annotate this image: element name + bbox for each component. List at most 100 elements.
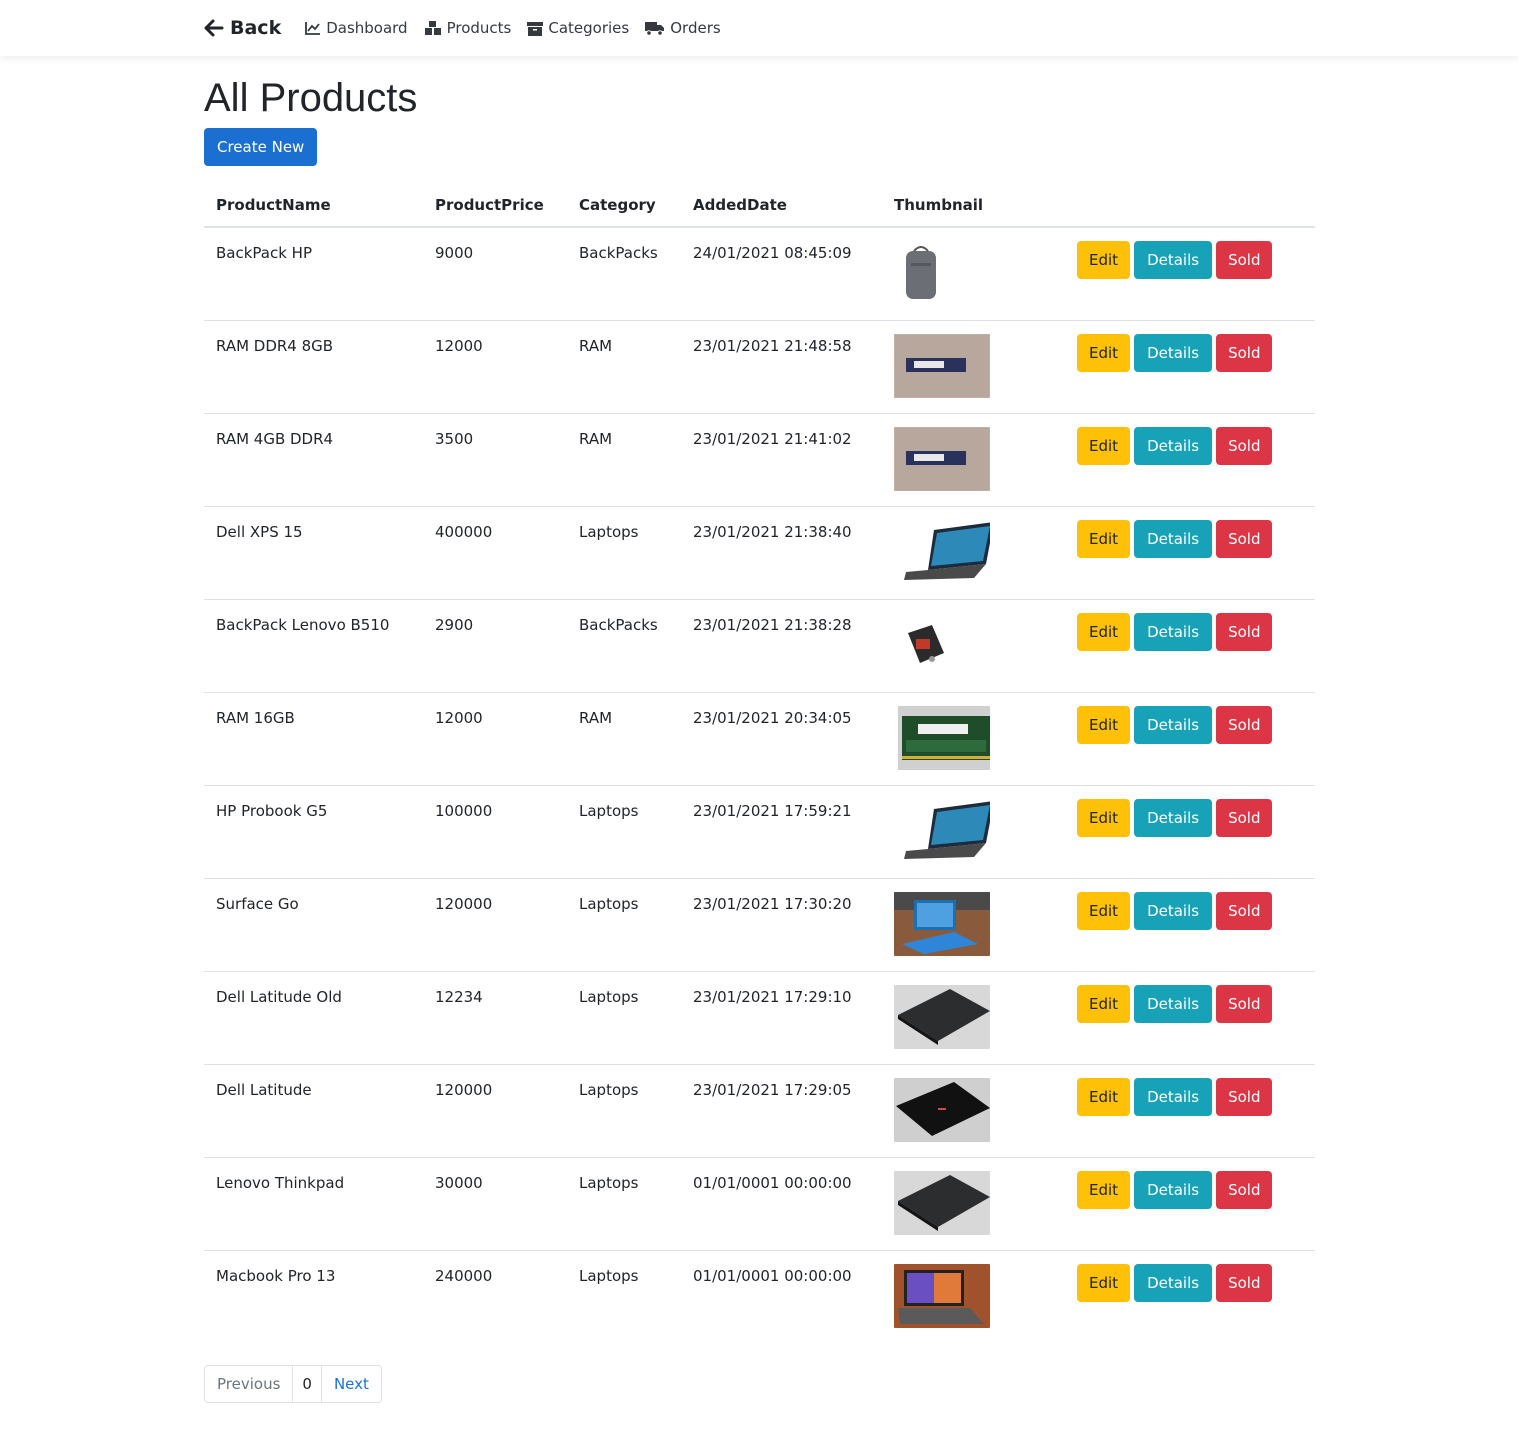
- product-name: RAM DDR4 8GB: [204, 320, 423, 414]
- row-actions: Edit Details Sold: [1057, 227, 1315, 321]
- details-button[interactable]: Details: [1134, 334, 1213, 372]
- current-page-number: 0: [293, 1365, 322, 1403]
- product-thumbnail-cell: [882, 1251, 1057, 1344]
- row-actions: Edit Details Sold: [1057, 320, 1315, 414]
- header-product-price: ProductPrice: [423, 188, 567, 228]
- table-row: RAM 16GB 12000 RAM 23/01/2021 20:34:05 Edit D…: [204, 692, 1315, 786]
- edit-button[interactable]: Edit: [1077, 799, 1131, 837]
- nav-link-products[interactable]: Products: [424, 19, 511, 37]
- product-thumbnail-image: [894, 892, 990, 956]
- nav-link-label: Orders: [670, 19, 721, 37]
- details-button[interactable]: Details: [1134, 1264, 1213, 1302]
- product-thumbnail-cell: [882, 413, 1057, 507]
- product-thumbnail-image: [894, 1171, 990, 1235]
- product-thumbnail-image: [894, 985, 990, 1049]
- sold-button[interactable]: Sold: [1216, 1078, 1273, 1116]
- edit-button[interactable]: Edit: [1077, 613, 1131, 651]
- edit-button[interactable]: Edit: [1077, 1264, 1131, 1302]
- header-added-date: AddedDate: [681, 188, 882, 228]
- product-price: 400000: [423, 506, 567, 600]
- table-row: Dell Latitude 120000 Laptops 23/01/2021 17:…: [204, 1064, 1315, 1158]
- details-button[interactable]: Details: [1134, 241, 1213, 279]
- nav-link-categories[interactable]: Categories: [527, 19, 629, 37]
- product-thumbnail-cell: [882, 506, 1057, 600]
- sold-button[interactable]: Sold: [1216, 1171, 1273, 1209]
- edit-button[interactable]: Edit: [1077, 427, 1131, 465]
- product-added-date: 01/01/0001 00:00:00: [693, 1267, 852, 1285]
- product-thumbnail-cell: [882, 692, 1057, 786]
- sold-button[interactable]: Sold: [1216, 241, 1273, 279]
- nav-link-dashboard[interactable]: Dashboard: [305, 19, 408, 37]
- product-added-date: 23/01/2021 17:59:21: [681, 785, 882, 879]
- product-price: 12000: [423, 320, 567, 414]
- sold-button[interactable]: Sold: [1216, 985, 1273, 1023]
- product-thumbnail-cell: [882, 1064, 1057, 1158]
- product-category: RAM: [567, 320, 681, 414]
- product-price: 120000: [423, 878, 567, 972]
- product-name: Surface Go: [204, 878, 423, 972]
- product-thumbnail-cell: [882, 227, 1057, 321]
- row-actions: Edit Details Sold: [1057, 785, 1315, 879]
- product-price: 100000: [423, 785, 567, 879]
- product-name: Macbook Pro 13: [216, 1267, 336, 1285]
- edit-button[interactable]: Edit: [1077, 520, 1131, 558]
- product-added-date: 23/01/2021 17:29:05: [681, 1064, 882, 1158]
- next-page-button[interactable]: Next: [321, 1365, 382, 1403]
- details-button[interactable]: Details: [1134, 427, 1213, 465]
- sold-button[interactable]: Sold: [1216, 706, 1273, 744]
- product-category: BackPacks: [567, 599, 681, 693]
- product-thumbnail-image: [894, 334, 990, 398]
- previous-page-button[interactable]: Previous: [204, 1365, 294, 1403]
- sold-button[interactable]: Sold: [1216, 799, 1273, 837]
- sold-button[interactable]: Sold: [1216, 520, 1273, 558]
- back-label: Back: [230, 17, 282, 39]
- details-button[interactable]: Details: [1134, 799, 1213, 837]
- table-row: BackPack HP 9000 BackPacks 24/01/2021 08:45…: [204, 227, 1315, 321]
- details-button[interactable]: Details: [1134, 613, 1213, 651]
- main-content: All Products Create New ProductName Prod…: [204, 76, 1315, 1403]
- details-button[interactable]: Details: [1134, 1171, 1213, 1209]
- product-added-date: 23/01/2021 21:38:40: [681, 506, 882, 600]
- edit-button[interactable]: Edit: [1077, 1078, 1131, 1116]
- product-price: 3500: [423, 413, 567, 507]
- sold-button[interactable]: Sold: [1216, 427, 1273, 465]
- back-link[interactable]: Back: [204, 17, 281, 39]
- table-row: RAM 4GB DDR4 3500 RAM 23/01/2021 21:41:02 Ed…: [204, 413, 1315, 507]
- row-actions: Edit Details Sold: [1057, 1251, 1315, 1344]
- product-name: Dell Latitude: [204, 1064, 423, 1158]
- edit-button[interactable]: Edit: [1077, 892, 1131, 930]
- edit-button[interactable]: Edit: [1077, 985, 1131, 1023]
- edit-button[interactable]: Edit: [1077, 1171, 1131, 1209]
- product-thumbnail-image: [894, 241, 990, 305]
- product-category: Laptops: [567, 1157, 681, 1251]
- details-button[interactable]: Details: [1134, 892, 1213, 930]
- sold-button[interactable]: Sold: [1216, 1264, 1273, 1302]
- details-button[interactable]: Details: [1134, 706, 1213, 744]
- sold-button[interactable]: Sold: [1216, 892, 1273, 930]
- table-row: Macbook Pro 13 240000 Laptops 01/01/0001 00…: [204, 1251, 1315, 1344]
- edit-button[interactable]: Edit: [1077, 241, 1131, 279]
- chart-line-icon: [305, 22, 321, 35]
- sold-button[interactable]: Sold: [1216, 334, 1273, 372]
- edit-button[interactable]: Edit: [1077, 334, 1131, 372]
- product-name: RAM 16GB: [204, 692, 423, 786]
- details-button[interactable]: Details: [1134, 520, 1213, 558]
- product-thumbnail-image: [894, 1078, 990, 1142]
- product-category: BackPacks: [567, 227, 681, 321]
- nav-link-orders[interactable]: Orders: [645, 19, 721, 37]
- nav-link-label: Categories: [548, 19, 630, 37]
- product-price: 30000: [423, 1157, 567, 1251]
- create-new-button[interactable]: Create New: [204, 128, 318, 166]
- product-name: Dell Latitude Old: [204, 971, 423, 1065]
- sold-button[interactable]: Sold: [1216, 613, 1273, 651]
- edit-button[interactable]: Edit: [1077, 706, 1131, 744]
- product-added-date: 24/01/2021 08:45:09: [681, 227, 882, 321]
- product-thumbnail-cell: [882, 599, 1057, 693]
- product-thumbnail-cell: [882, 785, 1057, 879]
- details-button[interactable]: Details: [1134, 1078, 1213, 1116]
- table-row: Lenovo Thinkpad 30000 Laptops 01/01/0001 00…: [204, 1157, 1315, 1251]
- table-row: HP Probook G5 100000 Laptops 23/01/2021 17:…: [204, 785, 1315, 879]
- details-button[interactable]: Details: [1134, 985, 1213, 1023]
- product-thumbnail-image: [894, 799, 990, 863]
- table-row: Dell XPS 15 400000 Laptops 23/01/2021 21:38…: [204, 506, 1315, 600]
